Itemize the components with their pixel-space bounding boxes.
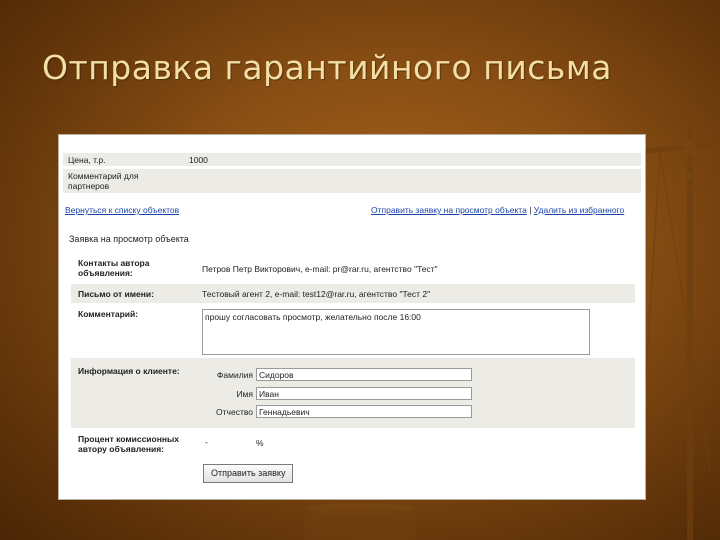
submit-request-button[interactable]: Отправить заявку [203, 464, 294, 483]
form-heading: Заявка на просмотр объекта [69, 234, 189, 244]
price-value: 1000 [189, 155, 208, 165]
commission-row: Процент комиссионных автору объявления: … [71, 431, 635, 459]
screenshot-panel: Цена, т.р. 1000 Комментарий для партнеро… [58, 134, 646, 500]
name-input[interactable] [256, 387, 472, 400]
patronymic-input[interactable] [256, 405, 472, 418]
surname-input[interactable] [256, 368, 472, 381]
slide-title: Отправка гарантийного письма [42, 48, 612, 87]
send-request-link[interactable]: Отправить заявку на просмотр объекта [371, 205, 527, 215]
links-separator: | [529, 205, 532, 215]
partner-comment-row: Комментарий для партнеров [63, 169, 641, 193]
surname-label: Фамилия [216, 370, 253, 380]
action-links: Отправить заявку на просмотр объекта | У… [371, 205, 624, 215]
name-label: Имя [236, 389, 253, 399]
client-info-row: Информация о клиенте: Фамилия Имя Отчест… [71, 358, 635, 428]
client-info-label: Информация о клиенте: [78, 366, 180, 376]
partner-comment-label: Комментарий для партнеров [68, 171, 139, 191]
back-to-list-link[interactable]: Вернуться к списку объектов [65, 205, 179, 215]
comment-row: Комментарий: прошу согласовать просмотр,… [71, 305, 635, 357]
remove-favorite-link[interactable]: Удалить из избранного [534, 205, 624, 215]
author-contacts-value: Петров Петр Викторович, e-mail: pr@rar.r… [202, 264, 438, 274]
comment-textarea[interactable]: прошу согласовать просмотр, желательно п… [202, 309, 590, 355]
comment-label: Комментарий: [78, 309, 139, 319]
commission-input[interactable] [202, 435, 252, 448]
from-value: Тестовый агент 2, e-mail: test12@rar.ru,… [202, 289, 431, 299]
author-contacts-row: Контакты автора объявления: Петров Петр … [71, 253, 635, 279]
author-contacts-label: Контакты автора объявления: [78, 258, 150, 278]
price-label: Цена, т.р. [68, 155, 106, 165]
patronymic-label: Отчество [216, 407, 253, 417]
percent-sign: % [256, 438, 264, 448]
scales-base-decoration [305, 503, 415, 540]
from-label: Письмо от имени: [78, 289, 154, 299]
price-row: Цена, т.р. 1000 [63, 153, 641, 166]
commission-label: Процент комиссионных автору объявления: [78, 434, 179, 454]
from-row: Письмо от имени: Тестовый агент 2, e-mai… [71, 284, 635, 303]
